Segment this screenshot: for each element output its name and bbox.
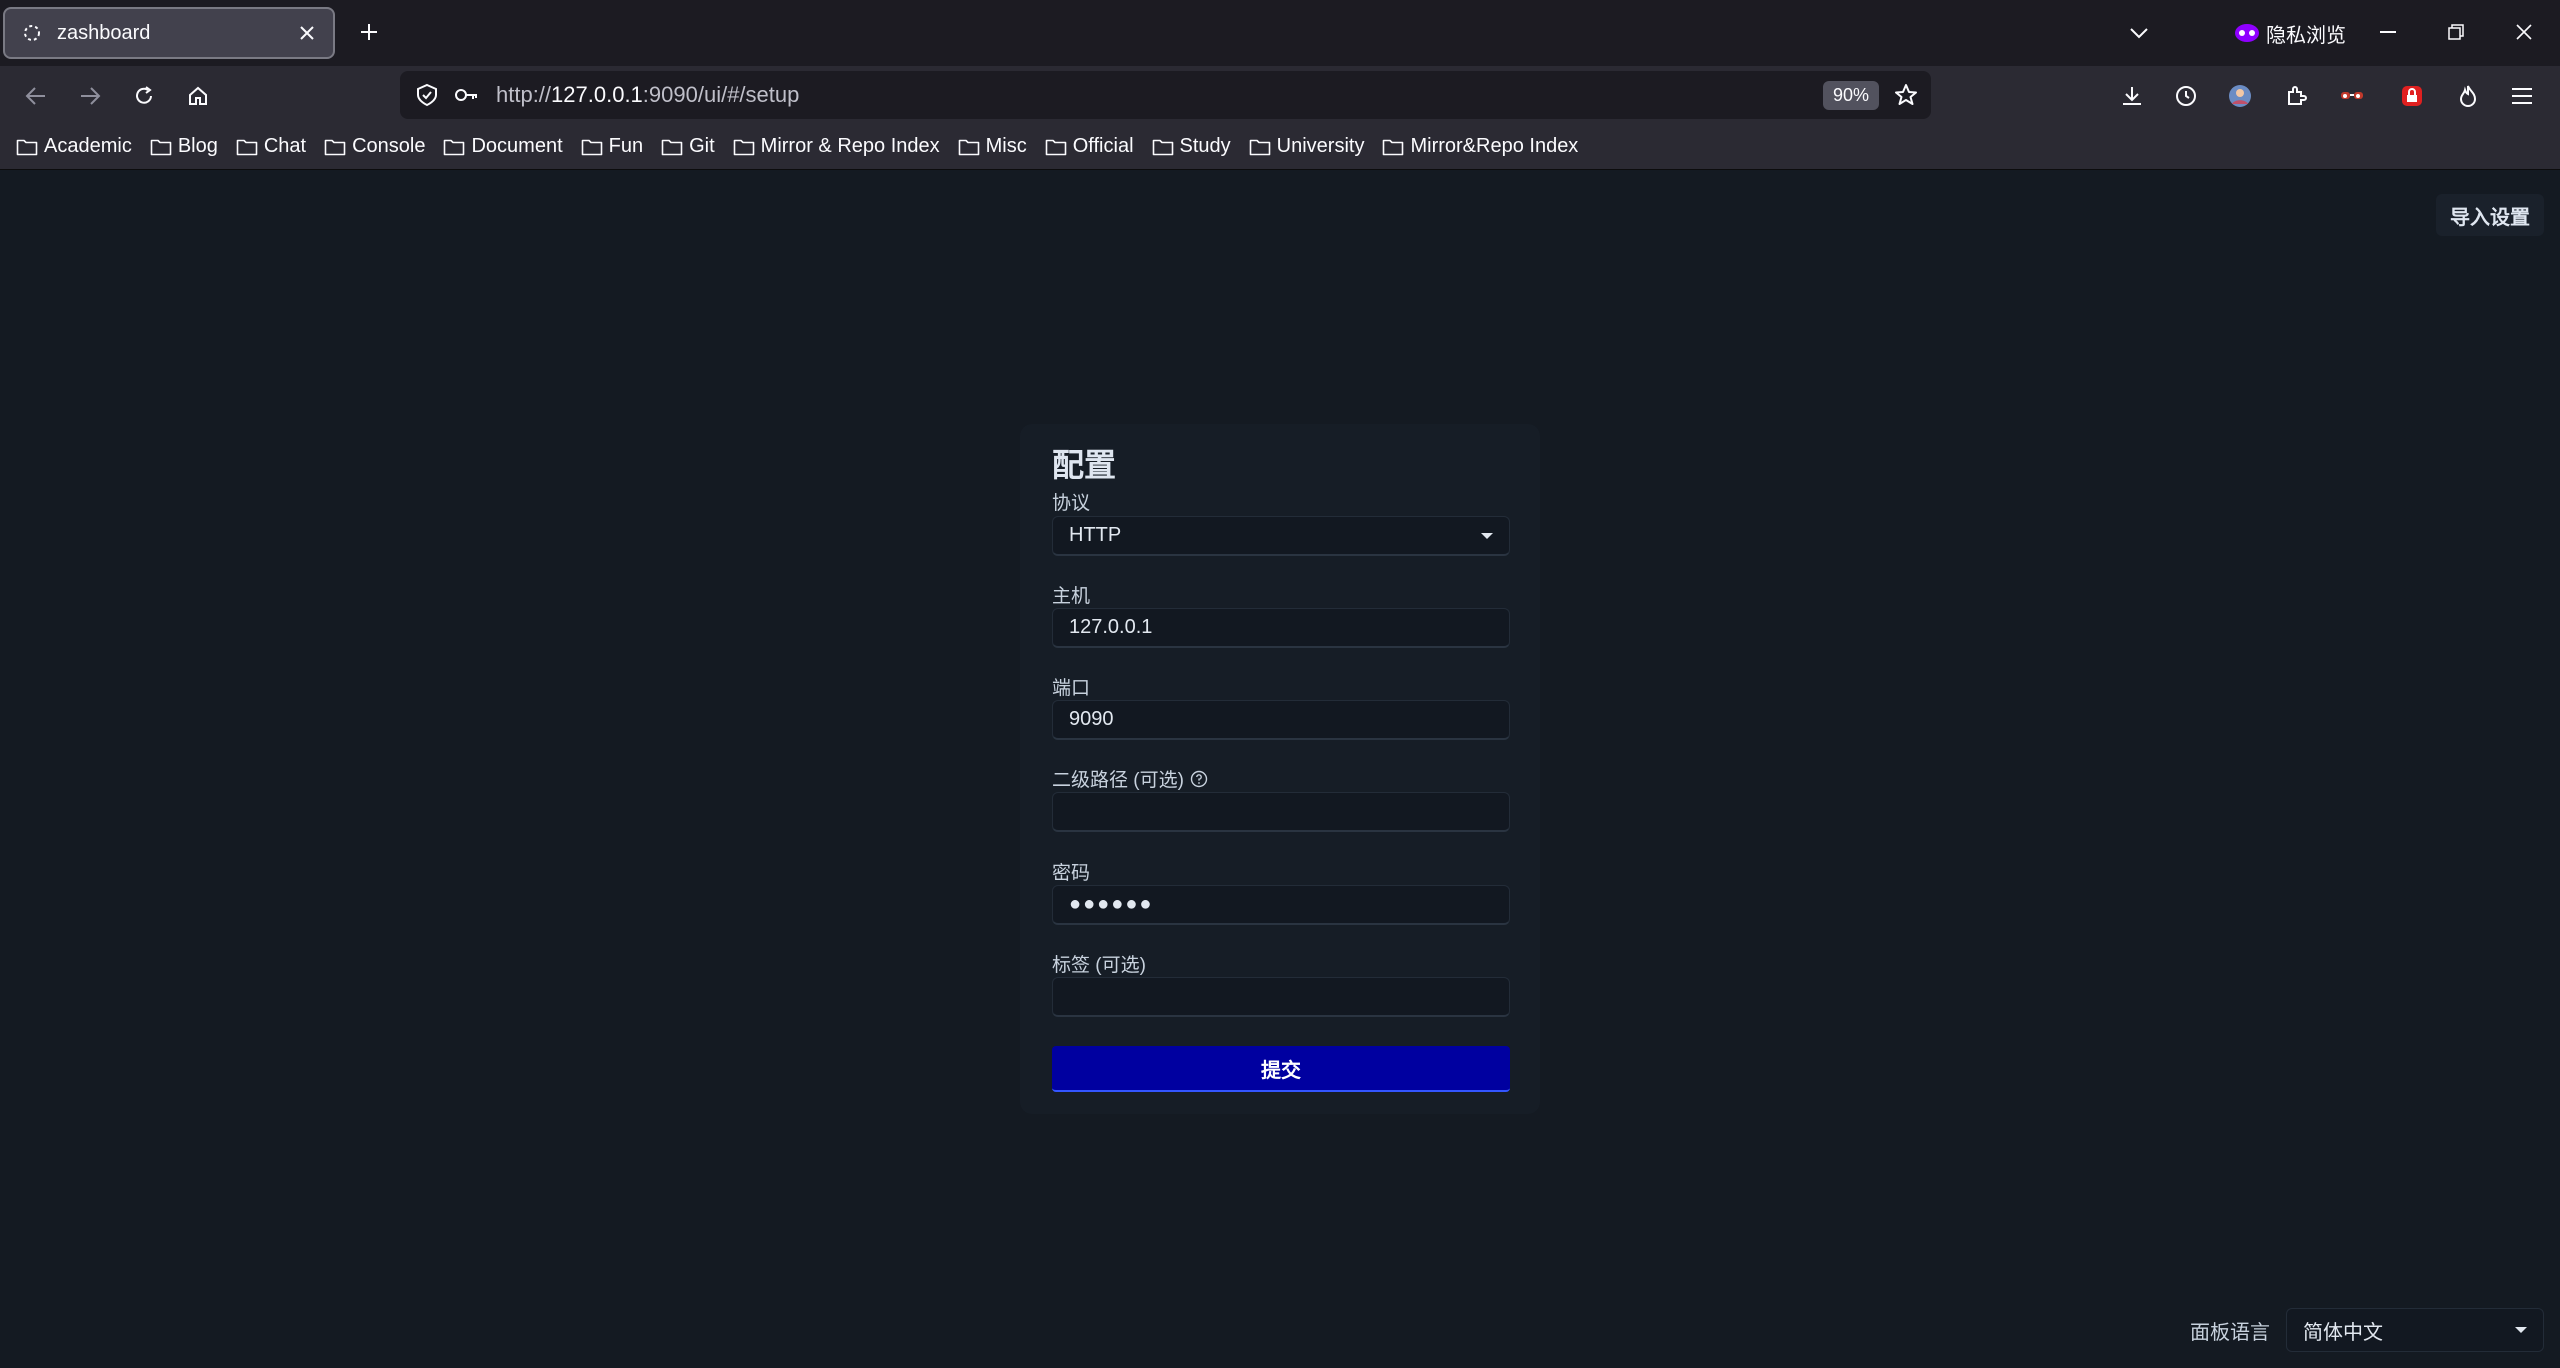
private-mask-icon	[2235, 24, 2259, 42]
bookmark-label: Mirror & Repo Index	[760, 135, 940, 157]
bookmark-star-icon[interactable]	[1891, 80, 1921, 110]
password-input[interactable]: ●●●●●●	[1052, 885, 1510, 925]
page-content: 导入设置 配置 协议 HTTP 主机 127.0.0.1 端口 9090 二级路…	[0, 170, 2560, 1368]
tag-input[interactable]	[1052, 977, 1510, 1017]
folder-icon	[661, 139, 683, 155]
folder-icon	[236, 139, 258, 155]
bookmark-label: Official	[1072, 135, 1134, 157]
folder-icon	[733, 139, 754, 155]
navigation-toolbar: http://127.0.0.1:9090/ui/#/setup 90%	[0, 66, 2560, 124]
bookmark-folder[interactable]: Blog	[150, 135, 218, 158]
secondary-path-label-text: 二级路径 (可选)	[1052, 770, 1184, 791]
bookmark-label: Fun	[608, 135, 644, 157]
url-text[interactable]: http://127.0.0.1:9090/ui/#/setup	[496, 82, 1823, 108]
menu-hamburger-icon[interactable]	[2506, 80, 2538, 112]
host-input[interactable]: 127.0.0.1	[1052, 608, 1510, 648]
folder-icon	[1249, 139, 1270, 155]
minimize-button[interactable]	[2368, 14, 2408, 50]
bookmark-folder[interactable]: Mirror & Repo Index	[733, 135, 940, 158]
folder-icon	[1045, 139, 1067, 155]
import-settings-button[interactable]: 导入设置	[2436, 194, 2544, 236]
tab-title: zashboard	[57, 21, 151, 44]
bookmark-folder[interactable]: University	[1249, 135, 1365, 158]
bookmark-label: Console	[352, 135, 426, 157]
language-select[interactable]: 简体中文	[2286, 1308, 2544, 1352]
back-button[interactable]	[18, 78, 54, 114]
port-label: 端口	[1052, 678, 1091, 699]
home-button[interactable]	[180, 78, 216, 114]
bookmark-label: University	[1276, 135, 1365, 157]
caret-down-icon	[1481, 532, 1493, 539]
bookmark-folder[interactable]: Fun	[581, 135, 643, 158]
language-label: 面板语言	[2190, 1321, 2270, 1344]
protocol-label: 协议	[1052, 493, 1091, 514]
bookmark-folder[interactable]: Git	[661, 135, 715, 158]
folder-icon	[1383, 139, 1404, 155]
private-browsing-indicator: 隐私浏览	[2234, 18, 2346, 48]
extensions-puzzle-icon[interactable]	[2280, 80, 2312, 112]
protocol-select[interactable]: HTTP	[1052, 516, 1510, 556]
shield-icon[interactable]	[412, 80, 442, 110]
bookmark-label: Mirror&Repo Index	[1410, 135, 1579, 157]
flame-extension-icon[interactable]	[2452, 80, 2484, 112]
bookmark-folder[interactable]: Console	[324, 135, 425, 158]
forward-button[interactable]	[72, 78, 108, 114]
key-icon[interactable]	[452, 80, 482, 110]
folder-icon	[150, 139, 172, 155]
list-all-tabs-button[interactable]	[2124, 18, 2154, 48]
language-value: 简体中文	[2303, 1321, 2383, 1344]
help-icon[interactable]	[1190, 770, 1208, 788]
close-window-button[interactable]	[2504, 14, 2544, 50]
lock-extension-icon[interactable]	[2396, 80, 2428, 112]
bookmark-folder[interactable]: Chat	[236, 135, 306, 158]
caret-down-icon	[2515, 1327, 2527, 1333]
folder-icon	[444, 139, 465, 155]
downloads-icon[interactable]	[2116, 80, 2148, 112]
host-label: 主机	[1052, 586, 1091, 607]
folder-icon	[581, 139, 602, 155]
history-icon[interactable]	[2170, 80, 2202, 112]
port-input[interactable]: 9090	[1052, 700, 1510, 740]
bookmark-folder[interactable]: Academic	[16, 135, 132, 158]
close-tab-icon[interactable]	[295, 21, 319, 45]
tab-bar: zashboard 隐私浏览	[0, 0, 2560, 66]
page-title: 配置	[1052, 447, 1117, 483]
tag-label: 标签 (可选)	[1052, 955, 1146, 976]
restore-button[interactable]	[2436, 14, 2476, 50]
bookmark-folder[interactable]: Study	[1152, 135, 1231, 158]
folder-icon	[1152, 139, 1173, 155]
bookmark-folder[interactable]: Official	[1045, 135, 1134, 158]
bookmark-label: Git	[689, 135, 715, 157]
private-label: 隐私浏览	[2266, 24, 2346, 47]
bookmark-label: Study	[1179, 135, 1231, 157]
account-avatar-icon[interactable]	[2224, 80, 2256, 112]
folder-icon	[958, 139, 979, 155]
bookmarks-toolbar: Academic Blog Chat Console Document Fun Git Mir…	[0, 124, 2560, 170]
tab-zashboard[interactable]: zashboard	[3, 7, 335, 59]
bookmark-label: Chat	[263, 135, 307, 157]
reload-button[interactable]	[126, 78, 162, 114]
address-bar[interactable]: http://127.0.0.1:9090/ui/#/setup 90%	[400, 71, 1931, 119]
new-tab-button[interactable]	[354, 17, 384, 47]
bookmark-label: Document	[471, 135, 563, 157]
loading-icon	[21, 22, 43, 44]
secondary-path-label: 二级路径 (可选)	[1052, 765, 1208, 792]
submit-button[interactable]: 提交	[1052, 1046, 1510, 1092]
folder-icon	[16, 139, 38, 155]
secondary-path-input[interactable]	[1052, 792, 1510, 832]
setup-card: 配置 协议 HTTP 主机 127.0.0.1 端口 9090 二级路径 (可选…	[1020, 424, 1540, 1114]
folder-icon	[324, 139, 346, 155]
bookmark-folder[interactable]: Document	[443, 135, 563, 158]
bookmark-label: Academic	[44, 135, 132, 157]
bookmark-folder[interactable]: Misc	[958, 135, 1027, 158]
password-label: 密码	[1052, 863, 1091, 884]
bookmark-folder[interactable]: Mirror&Repo Index	[1382, 135, 1578, 158]
bookmark-label: Misc	[985, 135, 1027, 157]
zoom-indicator[interactable]: 90%	[1822, 80, 1879, 110]
protocol-value: HTTP	[1069, 524, 1122, 546]
bookmark-label: Blog	[177, 135, 218, 157]
language-selector: 面板语言 简体中文	[2190, 1308, 2544, 1352]
glasses-extension-icon[interactable]	[2336, 80, 2368, 112]
